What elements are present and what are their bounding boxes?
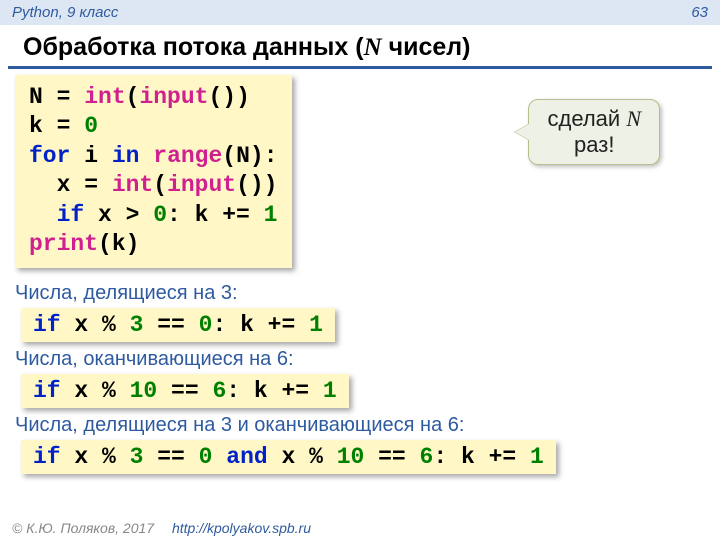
page-title: Обработка потока данных (N чисел) bbox=[23, 33, 697, 62]
slide-header: Python, 9 класс 63 bbox=[0, 0, 720, 25]
caption-div3: Числа, делящиеся на 3: bbox=[15, 282, 705, 305]
code-main: N = int(input()) k = 0 for i in range(N)… bbox=[15, 75, 292, 268]
caption-end6: Числа, оканчивающиеся на 6: bbox=[15, 348, 705, 371]
content-area: сделай N раз! N = int(input()) k = 0 for… bbox=[0, 69, 720, 474]
slide-footer: © К.Ю. Поляков, 2017 http://kpolyakov.sp… bbox=[0, 516, 720, 540]
code-div3: if x % 3 == 0: k += 1 bbox=[21, 308, 335, 342]
code-end6: if x % 10 == 6: k += 1 bbox=[21, 374, 349, 408]
copyright: © К.Ю. Поляков, 2017 bbox=[12, 520, 154, 536]
callout-n-times: сделай N раз! bbox=[528, 99, 660, 165]
footer-url: http://kpolyakov.spb.ru bbox=[172, 520, 311, 536]
course-label: Python, 9 класс bbox=[12, 4, 118, 21]
caption-div3end6: Числа, делящиеся на 3 и оканчивающиеся н… bbox=[15, 414, 705, 437]
title-area: Обработка потока данных (N чисел) bbox=[8, 25, 712, 69]
page-number: 63 bbox=[691, 4, 708, 21]
code-div3end6: if x % 3 == 0 and x % 10 == 6: k += 1 bbox=[21, 440, 556, 474]
